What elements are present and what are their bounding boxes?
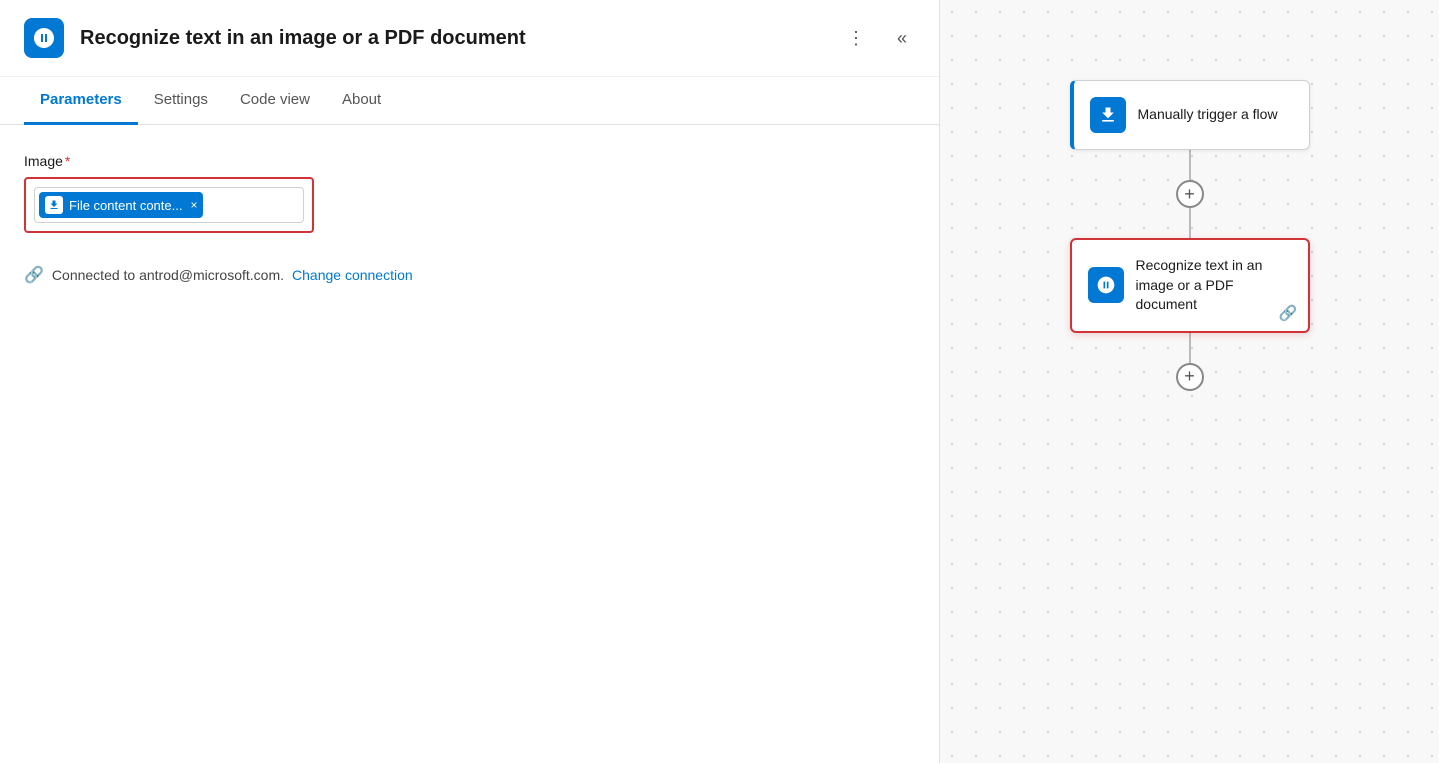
link-icon: 🔗	[1279, 305, 1298, 322]
connector-line-1	[1189, 150, 1191, 180]
action-node-label: Recognize text in an image or a PDF docu…	[1136, 256, 1292, 315]
token-close-button[interactable]: ×	[190, 198, 197, 212]
connection-text: Connected to antrod@microsoft.com.	[52, 267, 284, 283]
tab-code-view[interactable]: Code view	[224, 77, 326, 125]
collapse-button[interactable]: «	[889, 24, 915, 53]
tab-about[interactable]: About	[326, 77, 397, 125]
add-step-button-2[interactable]: +	[1176, 363, 1204, 391]
tab-parameters[interactable]: Parameters	[24, 77, 138, 125]
panel-title: Recognize text in an image or a PDF docu…	[80, 27, 526, 50]
connector-line-2	[1189, 208, 1191, 238]
panel-header-actions: ⋮ «	[839, 24, 915, 53]
token-chip: File content conte... ×	[39, 192, 203, 218]
action-node-icon	[1088, 267, 1124, 303]
tabs-bar: Parameters Settings Code view About	[0, 77, 939, 125]
panel-header: Recognize text in an image or a PDF docu…	[0, 0, 939, 77]
connector-2: +	[1176, 333, 1204, 391]
connection-info: 🔗 Connected to antrod@microsoft.com. Cha…	[24, 265, 915, 285]
action-node[interactable]: Recognize text in an image or a PDF docu…	[1070, 238, 1310, 333]
app-icon	[24, 18, 64, 58]
node-footer: 🔗	[1279, 304, 1298, 323]
token-container[interactable]: File content conte... ×	[34, 187, 304, 223]
canvas-panel: Manually trigger a flow + Recognize text…	[940, 0, 1439, 763]
image-field-group: Image* File content conte... ×	[24, 153, 915, 233]
connector-line-3	[1189, 333, 1191, 363]
panel-content: Image* File content conte... ×	[0, 125, 939, 763]
tab-settings[interactable]: Settings	[138, 77, 224, 125]
token-text: File content conte...	[69, 198, 182, 213]
collapse-icon: «	[897, 28, 907, 49]
add-step-button-1[interactable]: +	[1176, 180, 1204, 208]
canvas-content: Manually trigger a flow + Recognize text…	[1070, 80, 1310, 391]
trigger-node-icon	[1090, 97, 1126, 133]
more-icon: ⋮	[847, 28, 865, 49]
left-panel: Recognize text in an image or a PDF docu…	[0, 0, 940, 763]
change-connection-link[interactable]: Change connection	[292, 267, 413, 283]
trigger-node[interactable]: Manually trigger a flow	[1070, 80, 1310, 150]
image-field-wrapper: File content conte... ×	[24, 177, 314, 233]
connection-icon: 🔗	[24, 265, 44, 285]
more-options-button[interactable]: ⋮	[839, 24, 873, 53]
required-marker: *	[65, 153, 70, 169]
token-chip-icon	[45, 196, 63, 214]
connector-1: +	[1176, 150, 1204, 238]
panel-header-left: Recognize text in an image or a PDF docu…	[24, 18, 526, 58]
trigger-node-label: Manually trigger a flow	[1138, 105, 1278, 125]
image-field-label: Image*	[24, 153, 915, 169]
